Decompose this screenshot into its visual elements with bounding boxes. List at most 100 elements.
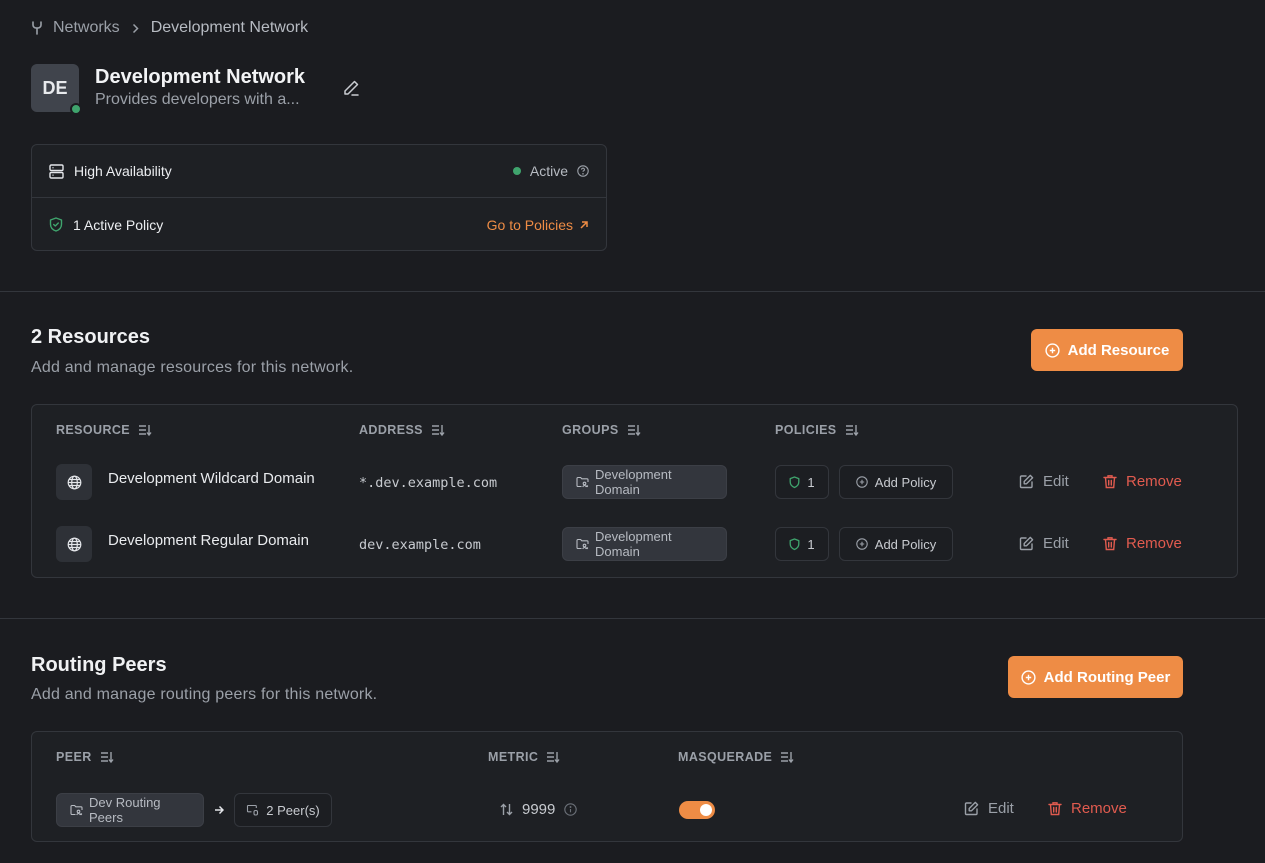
peer-count-badge[interactable]: 2 Peer(s) bbox=[234, 793, 332, 827]
policy-count-badge[interactable]: 1 bbox=[775, 465, 829, 499]
column-header-resource[interactable]: RESOURCE bbox=[56, 423, 152, 437]
page-title: Development Network bbox=[95, 66, 306, 88]
column-header-label: RESOURCE bbox=[56, 423, 131, 437]
globe-icon bbox=[56, 526, 92, 562]
active-policy-label: 1 Active Policy bbox=[73, 216, 164, 233]
column-header-label: POLICIES bbox=[775, 423, 837, 437]
trash-icon bbox=[1103, 474, 1117, 489]
column-header-label: PEER bbox=[56, 750, 92, 764]
add-resource-button[interactable]: Add Resource bbox=[1031, 329, 1183, 371]
masquerade-toggle[interactable] bbox=[679, 801, 715, 819]
high-availability-label: High Availability bbox=[74, 163, 172, 179]
go-to-policies-link[interactable]: Go to Policies bbox=[487, 217, 589, 233]
column-header-address[interactable]: ADDRESS bbox=[359, 423, 445, 437]
help-icon[interactable] bbox=[577, 165, 589, 177]
add-policy-button[interactable]: Add Policy bbox=[839, 465, 953, 499]
shield-icon bbox=[789, 475, 800, 489]
group-badge[interactable]: Development Domain bbox=[562, 527, 727, 561]
remove-label: Remove bbox=[1126, 535, 1182, 552]
policy-count: 1 bbox=[807, 474, 815, 490]
remove-resource-button[interactable]: Remove bbox=[1103, 535, 1182, 552]
sort-icon bbox=[845, 424, 859, 436]
avatar-initials: DE bbox=[42, 77, 68, 98]
network-info-card: High Availability Active 1 Active Policy… bbox=[31, 144, 607, 251]
edit-network-button[interactable] bbox=[342, 79, 360, 97]
plus-circle-icon bbox=[1021, 669, 1036, 685]
plus-circle-icon bbox=[856, 476, 868, 488]
column-header-metric[interactable]: METRIC bbox=[488, 750, 560, 764]
arrow-up-right-icon bbox=[579, 220, 589, 230]
edit-resource-button[interactable]: Edit bbox=[1019, 535, 1069, 552]
column-header-policies[interactable]: POLICIES bbox=[775, 423, 859, 437]
resource-address: dev.example.com bbox=[359, 537, 481, 553]
server-icon bbox=[49, 163, 64, 179]
resource-cell: Development Wildcard Domain bbox=[56, 464, 315, 500]
peer-count-label: 2 Peer(s) bbox=[266, 802, 320, 818]
add-routing-peer-button[interactable]: Add Routing Peer bbox=[1008, 656, 1183, 698]
folder-group-icon bbox=[576, 538, 589, 550]
resources-title: 2 Resources bbox=[31, 326, 150, 348]
globe-icon bbox=[56, 464, 92, 500]
column-header-peer[interactable]: PEER bbox=[56, 750, 114, 764]
folder-group-icon bbox=[70, 804, 83, 816]
shield-check-icon bbox=[49, 217, 63, 232]
info-icon[interactable] bbox=[564, 803, 578, 816]
edit-icon bbox=[1019, 474, 1034, 489]
edit-label: Edit bbox=[1043, 535, 1069, 552]
network-description: Provides developers with a... bbox=[95, 91, 300, 108]
network-icon bbox=[31, 21, 43, 35]
plus-circle-icon bbox=[856, 538, 868, 550]
edit-icon bbox=[1019, 536, 1034, 551]
remove-label: Remove bbox=[1071, 800, 1127, 817]
add-resource-label: Add Resource bbox=[1067, 341, 1170, 359]
edit-label: Edit bbox=[988, 800, 1014, 817]
masquerade-cell bbox=[679, 801, 715, 819]
policy-count: 1 bbox=[807, 536, 815, 552]
high-availability-status: Active bbox=[529, 163, 568, 179]
trash-icon bbox=[1103, 536, 1117, 551]
policies-cell: 1 Add Policy bbox=[775, 465, 953, 499]
metric-cell: 9999 bbox=[500, 801, 578, 818]
folder-group-icon bbox=[576, 476, 589, 488]
resources-description: Add and manage resources for this networ… bbox=[31, 359, 354, 376]
column-header-masquerade[interactable]: MASQUERADE bbox=[678, 750, 794, 764]
remove-resource-button[interactable]: Remove bbox=[1103, 473, 1182, 490]
group-label: Development Domain bbox=[595, 467, 672, 497]
edit-icon bbox=[964, 801, 979, 816]
column-header-groups[interactable]: GROUPS bbox=[562, 423, 641, 437]
peer-group-badge[interactable]: Dev Routing Peers bbox=[56, 793, 204, 827]
high-availability-row: High Availability Active bbox=[32, 145, 606, 198]
remove-peer-button[interactable]: Remove bbox=[1048, 800, 1127, 817]
add-policy-button[interactable]: Add Policy bbox=[839, 527, 953, 561]
section-divider bbox=[0, 618, 1265, 619]
group-cell: Development Domain bbox=[562, 465, 727, 499]
resource-name: Development Regular Domain bbox=[108, 531, 309, 549]
plus-circle-icon bbox=[1045, 342, 1060, 358]
edit-label: Edit bbox=[1043, 473, 1069, 490]
resource-name: Development Wildcard Domain bbox=[108, 469, 315, 487]
peer-group-label: Dev Routing Peers bbox=[89, 795, 161, 825]
edit-peer-button[interactable]: Edit bbox=[964, 800, 1014, 817]
trash-icon bbox=[1048, 801, 1062, 816]
breadcrumb-networks[interactable]: Networks bbox=[53, 19, 120, 37]
chevron-right-icon bbox=[132, 23, 139, 34]
breadcrumb: Networks Development Network bbox=[31, 18, 308, 38]
policies-cell: 1 Add Policy bbox=[775, 527, 953, 561]
policy-count-badge[interactable]: 1 bbox=[775, 527, 829, 561]
group-cell: Development Domain bbox=[562, 527, 727, 561]
section-divider bbox=[0, 291, 1265, 292]
active-policy-row: 1 Active Policy Go to Policies bbox=[32, 198, 606, 251]
edit-resource-button[interactable]: Edit bbox=[1019, 473, 1069, 490]
sort-icon bbox=[780, 751, 794, 763]
status-dot bbox=[512, 167, 521, 175]
sort-arrows-icon bbox=[500, 803, 513, 816]
resource-cell: Development Regular Domain bbox=[56, 526, 309, 562]
add-policy-label: Add Policy bbox=[874, 474, 937, 490]
metric-value: 9999 bbox=[522, 801, 556, 818]
peer-cell: Dev Routing Peers 2 Peer(s) bbox=[56, 793, 332, 827]
sort-icon bbox=[627, 424, 641, 436]
routing-peers-table: PEER METRIC MASQUERADE Dev Routing Peers… bbox=[31, 731, 1183, 842]
column-header-label: MASQUERADE bbox=[678, 750, 773, 764]
group-badge[interactable]: Development Domain bbox=[562, 465, 727, 499]
group-label: Development Domain bbox=[595, 529, 672, 559]
